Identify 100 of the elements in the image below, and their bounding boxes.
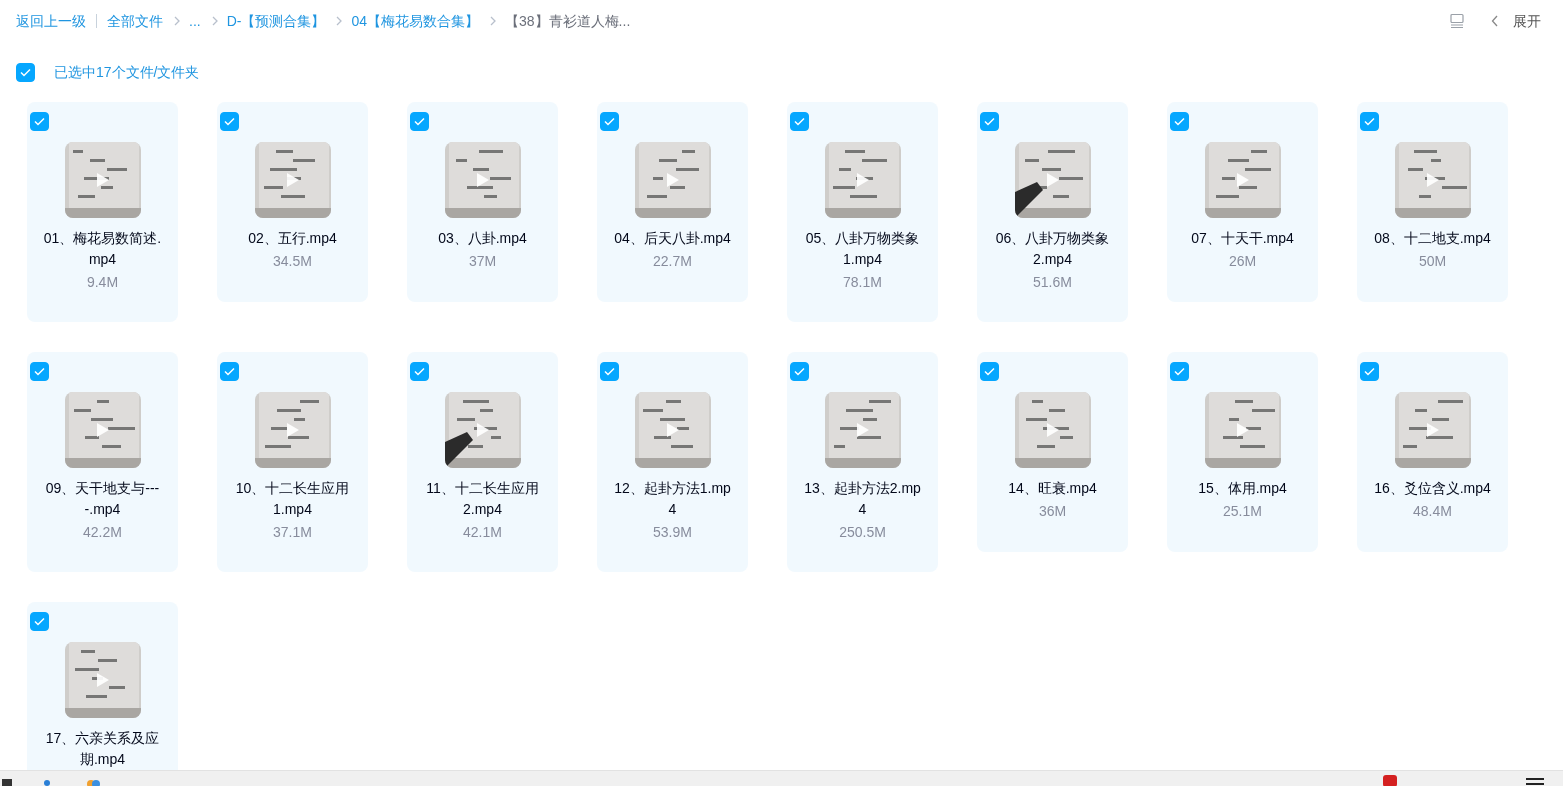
play-icon[interactable] (1235, 422, 1250, 438)
checkbox[interactable] (1170, 112, 1189, 131)
file-card[interactable]: 17、六亲关系及应期.mp4 (27, 602, 178, 770)
checkmark-icon (984, 117, 995, 126)
checkmark-icon (224, 117, 235, 126)
file-card[interactable]: 11、十二长生应用2.mp4 42.1M (407, 352, 558, 572)
play-icon[interactable] (95, 172, 110, 188)
file-name: 17、六亲关系及应期.mp4 (44, 729, 161, 769)
file-name: 16、爻位含义.mp4 (1373, 479, 1492, 498)
checkmark-icon (224, 367, 235, 376)
breadcrumb-current: 【38】青衫道人梅... (505, 11, 631, 31)
file-card[interactable]: 03、八卦.mp4 37M (407, 102, 558, 302)
play-icon[interactable] (1235, 172, 1250, 188)
checkbox[interactable] (980, 112, 999, 131)
checkmark-icon (794, 117, 805, 126)
tray-icon[interactable] (1380, 773, 1400, 786)
file-name: 05、八卦万物类象1.mp4 (804, 229, 921, 269)
file-size: 37M (467, 252, 498, 271)
checkmark-icon (20, 68, 31, 77)
file-name: 11、十二长生应用2.mp4 (425, 479, 540, 519)
app-icon[interactable] (86, 779, 100, 786)
file-card[interactable]: 14、旺衰.mp4 36M (977, 352, 1128, 552)
file-size: 51.6M (1032, 273, 1073, 292)
file-card[interactable]: 06、八卦万物类象2.mp4 51.6M (977, 102, 1128, 322)
chevron-left-icon[interactable] (1491, 15, 1499, 27)
file-card[interactable]: 05、八卦万物类象1.mp4 78.1M (787, 102, 938, 322)
file-name: 03、八卦.mp4 (437, 229, 528, 248)
checkbox[interactable] (790, 362, 809, 381)
file-size: 22.7M (652, 252, 693, 271)
checkbox[interactable] (30, 362, 49, 381)
play-icon[interactable] (665, 172, 680, 188)
play-icon[interactable] (1045, 422, 1060, 438)
checkbox[interactable] (1360, 362, 1379, 381)
file-card[interactable]: 13、起卦方法2.mp4 250.5M (787, 352, 938, 572)
file-size: 42.1M (462, 523, 503, 542)
selection-count: 已选中17个文件/文件夹 (54, 63, 200, 82)
play-icon[interactable] (475, 172, 490, 188)
file-size: 37.1M (272, 523, 313, 542)
play-icon[interactable] (1425, 422, 1440, 438)
checkbox[interactable] (30, 112, 49, 131)
play-icon[interactable] (475, 422, 490, 438)
file-card[interactable]: 07、十天干.mp4 26M (1167, 102, 1318, 302)
file-size: 42.2M (82, 523, 123, 542)
checkmark-icon (1364, 117, 1375, 126)
file-card[interactable]: 04、后天八卦.mp4 22.7M (597, 102, 748, 302)
file-size: 250.5M (838, 523, 887, 542)
file-card[interactable]: 01、梅花易数简述.mp4 9.4M (27, 102, 178, 322)
file-card[interactable]: 09、天干地支与----.mp4 42.2M (27, 352, 178, 572)
chevron-icon (173, 16, 181, 26)
checkbox[interactable] (600, 362, 619, 381)
checkmark-icon (604, 367, 615, 376)
file-size: 9.4M (85, 273, 120, 292)
checkbox[interactable] (980, 362, 999, 381)
file-size: 26M (1227, 252, 1258, 271)
layout-icon[interactable] (1449, 13, 1465, 29)
checkbox[interactable] (600, 112, 619, 131)
play-icon[interactable] (285, 422, 300, 438)
play-icon[interactable] (1045, 172, 1060, 188)
menu-icon[interactable] (1526, 778, 1544, 786)
file-card[interactable]: 08、十二地支.mp4 50M (1357, 102, 1508, 302)
checkbox[interactable] (220, 112, 239, 131)
checkbox[interactable] (220, 362, 239, 381)
file-card[interactable]: 15、体用.mp4 25.1M (1167, 352, 1318, 552)
file-card[interactable]: 12、起卦方法1.mp4 53.9M (597, 352, 748, 572)
play-icon[interactable] (95, 672, 110, 688)
file-name: 10、十二长生应用1.mp4 (234, 479, 351, 519)
checkmark-icon (1364, 367, 1375, 376)
play-icon[interactable] (95, 422, 110, 438)
checkbox[interactable] (1170, 362, 1189, 381)
checkbox[interactable] (1360, 112, 1379, 131)
file-card[interactable]: 10、十二长生应用1.mp4 37.1M (217, 352, 368, 572)
checkbox[interactable] (790, 112, 809, 131)
checkmark-icon (34, 117, 45, 126)
play-icon[interactable] (1425, 172, 1440, 188)
expand-button[interactable]: 展开 (1513, 10, 1541, 32)
chevron-icon (335, 16, 344, 26)
file-name: 09、天干地支与----.mp4 (44, 479, 161, 519)
file-size: 48.4M (1412, 502, 1453, 521)
file-card[interactable]: 16、爻位含义.mp4 48.4M (1357, 352, 1508, 552)
checkmark-icon (1174, 117, 1185, 126)
play-icon[interactable] (285, 172, 300, 188)
checkbox[interactable] (16, 63, 35, 82)
checkmark-icon (34, 367, 45, 376)
play-icon[interactable] (855, 172, 870, 188)
chevron-icon (210, 16, 219, 26)
file-size: 34.5M (272, 252, 313, 271)
file-size: 36M (1037, 502, 1068, 521)
file-name: 13、起卦方法2.mp4 (803, 479, 922, 519)
checkbox[interactable] (410, 112, 429, 131)
file-name: 06、八卦万物类象2.mp4 (994, 229, 1111, 269)
file-name: 14、旺衰.mp4 (1007, 479, 1098, 498)
file-card[interactable]: 02、五行.mp4 34.5M (217, 102, 368, 302)
checkbox[interactable] (30, 612, 49, 631)
checkmark-icon (984, 367, 995, 376)
play-icon[interactable] (665, 422, 680, 438)
file-name: 15、体用.mp4 (1197, 479, 1288, 498)
chevron-icon (489, 16, 498, 26)
play-icon[interactable] (855, 422, 870, 438)
checkbox[interactable] (410, 362, 429, 381)
person-icon[interactable] (43, 779, 51, 786)
